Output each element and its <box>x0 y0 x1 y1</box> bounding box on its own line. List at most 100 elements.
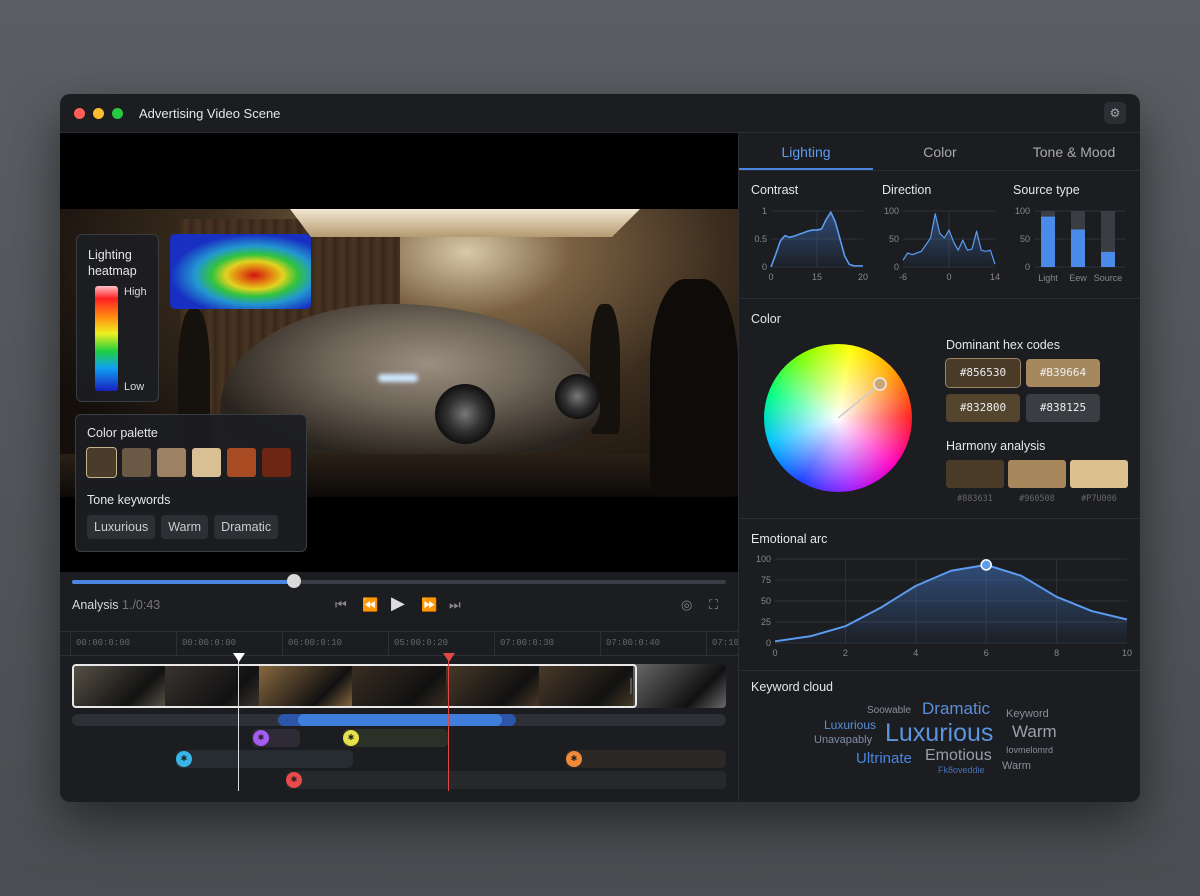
x-tick-label: Light <box>1038 273 1058 283</box>
mask-icon[interactable]: ✱ <box>253 730 269 746</box>
heatmap-title: Lighting heatmap <box>88 248 137 278</box>
tone-title: Tone keywords <box>87 493 171 507</box>
palette-swatch[interactable] <box>122 448 151 477</box>
film-frame[interactable] <box>632 664 726 708</box>
palette-title: Color palette <box>87 426 158 440</box>
analysis-time: Analysis 1./0:43 <box>72 598 160 612</box>
video-pane: Lighting heatmap High Low Color palette … <box>60 133 739 802</box>
y-tick-label: 100 <box>1015 206 1030 216</box>
range-highlight <box>298 714 502 726</box>
hex-chip[interactable]: #856530 <box>945 358 1021 388</box>
dominant-title: Dominant hex codes <box>946 338 1060 352</box>
minimize-button[interactable] <box>93 107 104 119</box>
y-tick-label: 25 <box>761 617 771 627</box>
tab-tone-mood[interactable]: Tone & Mood <box>1007 133 1140 170</box>
timeline-ruler[interactable]: 00:00:0:00 00:00:0:00 06:00:0:10 05:00:0:20… <box>60 631 739 656</box>
palette-swatch[interactable] <box>86 447 117 478</box>
keyword[interactable]: Luxurious <box>824 718 876 732</box>
close-button[interactable] <box>74 107 85 119</box>
sliders-icon[interactable]: ⚙ <box>1104 102 1126 124</box>
harmony-swatch[interactable]: #960508 <box>1008 460 1066 504</box>
tone-tag[interactable]: Dramatic <box>214 515 279 539</box>
track-lane[interactable] <box>176 750 353 768</box>
flower-icon[interactable]: ✱ <box>286 772 302 788</box>
x-tick-label: -6 <box>899 272 907 282</box>
track-lane[interactable] <box>286 771 726 789</box>
skip-back-icon[interactable]: ⏮ <box>335 597 347 613</box>
x-tick-label: 20 <box>858 272 868 282</box>
fast-forward-icon[interactable]: ⏩ <box>421 597 437 613</box>
emotional-arc-chart: 100 75 50 25 00 2 4 6 8 10 <box>756 554 1132 658</box>
harmony-swatch[interactable]: #P7U006 <box>1070 460 1128 504</box>
tab-color[interactable]: Color <box>873 133 1007 170</box>
people-icon[interactable]: ✱ <box>176 751 192 767</box>
y-tick-label: 50 <box>889 234 899 244</box>
keyword[interactable]: Emotious <box>925 747 992 765</box>
tone-tag[interactable]: Warm <box>161 515 209 539</box>
rewind-icon[interactable]: ⏪ <box>362 597 378 613</box>
face-icon[interactable]: ✱ <box>566 751 582 767</box>
harmony-swatch[interactable]: #883631 <box>946 460 1004 504</box>
arc-peak-point[interactable] <box>980 559 992 571</box>
video-player[interactable]: Lighting heatmap High Low Color palette … <box>60 133 738 572</box>
harmony-code: #P7U006 <box>1081 494 1117 504</box>
keyword[interactable]: Ultrinate <box>856 750 912 767</box>
y-tick-label: 0 <box>766 638 771 648</box>
analysis-marker-head[interactable] <box>443 653 455 668</box>
harmony-code: #883631 <box>957 494 993 504</box>
keyword[interactable]: Warm <box>1012 722 1057 742</box>
palette-swatch[interactable] <box>192 448 221 477</box>
tone-tag[interactable]: Luxurious <box>87 515 156 539</box>
keyword[interactable]: Dramatic <box>922 699 990 719</box>
source-bar <box>1071 229 1085 267</box>
sun-icon[interactable]: ✱ <box>343 730 359 746</box>
y-tick-label: 0 <box>894 262 899 272</box>
source-bar <box>1041 216 1055 267</box>
y-tick-label: 50 <box>1020 234 1030 244</box>
color-wheel-pointer[interactable] <box>739 299 939 519</box>
playhead[interactable] <box>238 658 239 791</box>
keyword[interactable]: Warm <box>1002 760 1031 772</box>
keyword[interactable]: Keyword <box>1006 708 1049 720</box>
harmony-color[interactable] <box>946 460 1004 488</box>
fullscreen-icon[interactable]: ⛶ <box>709 597 718 613</box>
keyword[interactable]: Luxurious <box>885 719 993 748</box>
app-window: Advertising Video Scene ⚙ Lighting heatm… <box>60 94 1140 802</box>
seek-bar[interactable] <box>72 574 726 588</box>
seek-handle[interactable] <box>287 574 302 588</box>
maximize-button[interactable] <box>112 107 123 119</box>
keyword[interactable]: Fk8oveddie <box>938 765 985 775</box>
filmstrip-selection[interactable] <box>72 664 637 708</box>
playhead-marker[interactable] <box>233 653 245 668</box>
keyword[interactable]: Unavapably <box>814 734 872 746</box>
keyword[interactable]: Iovmelomrd <box>1006 745 1053 755</box>
play-icon[interactable]: ▶ <box>391 593 405 614</box>
palette-swatch[interactable] <box>262 448 291 477</box>
hex-chip[interactable]: #B39664 <box>1026 359 1100 387</box>
harmony-color[interactable] <box>1070 460 1128 488</box>
x-tick-label: Eew <box>1069 273 1087 283</box>
hex-chip[interactable]: #838125 <box>1026 394 1100 422</box>
timeline-tick: 07:00:0:30 <box>493 632 555 656</box>
harmony-code: #960508 <box>1019 494 1055 504</box>
timeline-tick: 07:00:0:40 <box>599 632 661 656</box>
hex-chip[interactable]: #832800 <box>946 394 1020 422</box>
analysis-marker[interactable] <box>448 658 449 791</box>
selection-handle[interactable] <box>630 678 632 694</box>
palette-swatch[interactable] <box>157 448 186 477</box>
target-icon[interactable]: ◎ <box>681 597 692 613</box>
heatmap-high-label: High <box>124 286 147 298</box>
analysis-label: Analysis <box>72 598 119 612</box>
palette-swatch[interactable] <box>227 448 256 477</box>
track-lane[interactable] <box>566 750 726 768</box>
y-tick-label: 0 <box>1025 262 1030 272</box>
keyword[interactable]: Soowable <box>867 705 911 716</box>
skip-forward-icon[interactable]: ⏭ <box>449 597 461 613</box>
harmony-title: Harmony analysis <box>946 439 1046 453</box>
x-tick-label: 2 <box>843 648 848 658</box>
harmony-color[interactable] <box>1008 460 1066 488</box>
tab-lighting[interactable]: Lighting <box>739 133 873 170</box>
lighting-section: Contrast Direction Source type 1 0.5 0 0 15 2… <box>739 171 1140 299</box>
x-tick-label: 6 <box>984 648 989 658</box>
y-tick-label: 0.5 <box>754 234 767 244</box>
